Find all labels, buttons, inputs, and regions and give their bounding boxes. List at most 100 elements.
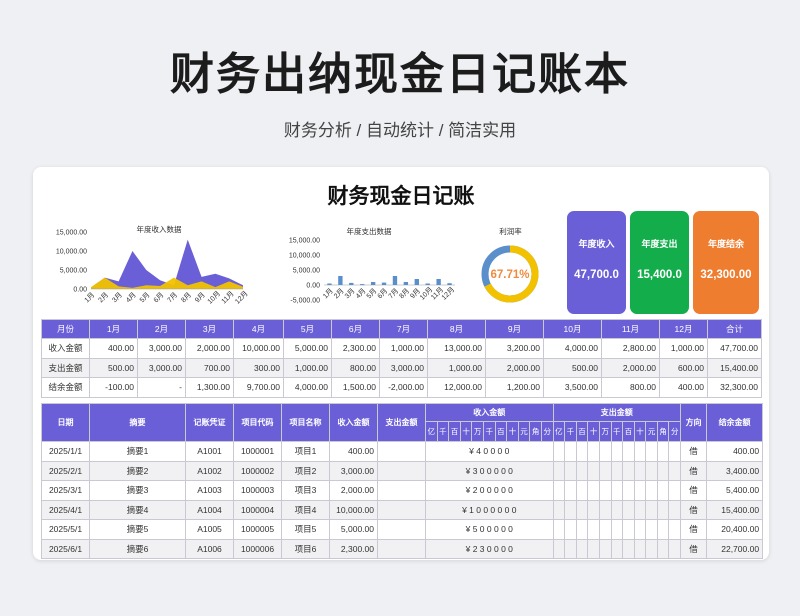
- expense-digit-cell[interactable]: [598, 538, 612, 559]
- name-cell[interactable]: 项目4: [281, 499, 330, 520]
- expense-cell[interactable]: [377, 519, 426, 540]
- expense-digit-cell[interactable]: [598, 460, 612, 481]
- expense-digit-cell[interactable]: [656, 460, 670, 481]
- balance-cell[interactable]: 22,700.00: [706, 538, 764, 559]
- name-cell[interactable]: 项目1: [281, 441, 330, 462]
- expense-digit-cell[interactable]: [575, 460, 589, 481]
- expense-digit-cell[interactable]: [668, 480, 682, 501]
- expense-digit-cell[interactable]: [645, 519, 658, 540]
- expense-digit-cell[interactable]: [598, 499, 612, 520]
- expense-digit-cell[interactable]: [587, 499, 600, 520]
- direction-cell[interactable]: 借: [680, 519, 708, 540]
- voucher-cell[interactable]: A1002: [185, 460, 234, 481]
- expense-digit-cell[interactable]: [575, 519, 589, 540]
- expense-digit-cell[interactable]: [622, 499, 635, 520]
- expense-digit-cell[interactable]: [587, 538, 600, 559]
- date-cell[interactable]: 2025/1/1: [41, 441, 90, 462]
- income-digits-cell[interactable]: ¥ 5 0 0 0 0 0: [425, 519, 554, 540]
- summary-cell[interactable]: 摘要5: [89, 519, 186, 540]
- expense-digit-cell[interactable]: [552, 538, 566, 559]
- expense-digit-cell[interactable]: [645, 538, 658, 559]
- income-digits-cell[interactable]: ¥ 3 0 0 0 0 0: [425, 460, 554, 481]
- expense-digit-cell[interactable]: [587, 519, 600, 540]
- expense-digit-cell[interactable]: [645, 441, 658, 462]
- income-cell[interactable]: 400.00: [329, 441, 378, 462]
- expense-digit-cell[interactable]: [564, 460, 577, 481]
- expense-digit-cell[interactable]: [575, 441, 589, 462]
- expense-digit-cell[interactable]: [610, 460, 624, 481]
- expense-digit-cell[interactable]: [552, 480, 566, 501]
- expense-digit-cell[interactable]: [633, 499, 647, 520]
- expense-digit-cell[interactable]: [668, 460, 682, 481]
- expense-cell[interactable]: [377, 460, 426, 481]
- expense-digit-cell[interactable]: [622, 538, 635, 559]
- expense-digit-cell[interactable]: [633, 460, 647, 481]
- expense-digit-cell[interactable]: [564, 441, 577, 462]
- code-cell[interactable]: 1000002: [233, 460, 282, 481]
- name-cell[interactable]: 项目6: [281, 538, 330, 559]
- summary-cell[interactable]: 摘要6: [89, 538, 186, 559]
- expense-digit-cell[interactable]: [587, 460, 600, 481]
- expense-digit-cell[interactable]: [598, 441, 612, 462]
- date-cell[interactable]: 2025/3/1: [41, 480, 90, 501]
- code-cell[interactable]: 1000005: [233, 519, 282, 540]
- expense-digit-cell[interactable]: [564, 480, 577, 501]
- balance-cell[interactable]: 3,400.00: [706, 460, 764, 481]
- expense-digit-cell[interactable]: [587, 480, 600, 501]
- summary-cell[interactable]: 摘要4: [89, 499, 186, 520]
- expense-digit-cell[interactable]: [633, 441, 647, 462]
- income-digits-cell[interactable]: ¥ 2 0 0 0 0 0: [425, 480, 554, 501]
- date-cell[interactable]: 2025/4/1: [41, 499, 90, 520]
- name-cell[interactable]: 项目5: [281, 519, 330, 540]
- expense-cell[interactable]: [377, 499, 426, 520]
- expense-cell[interactable]: [377, 538, 426, 559]
- code-cell[interactable]: 1000006: [233, 538, 282, 559]
- voucher-cell[interactable]: A1003: [185, 480, 234, 501]
- expense-digit-cell[interactable]: [610, 538, 624, 559]
- expense-cell[interactable]: [377, 480, 426, 501]
- expense-digit-cell[interactable]: [622, 519, 635, 540]
- expense-digit-cell[interactable]: [633, 480, 647, 501]
- code-cell[interactable]: 1000003: [233, 480, 282, 501]
- expense-digit-cell[interactable]: [645, 480, 658, 501]
- income-cell[interactable]: 2,300.00: [329, 538, 378, 559]
- expense-digit-cell[interactable]: [622, 480, 635, 501]
- expense-digit-cell[interactable]: [656, 441, 670, 462]
- direction-cell[interactable]: 借: [680, 480, 708, 501]
- expense-digit-cell[interactable]: [610, 499, 624, 520]
- name-cell[interactable]: 项目2: [281, 460, 330, 481]
- date-cell[interactable]: 2025/5/1: [41, 519, 90, 540]
- expense-digit-cell[interactable]: [668, 538, 682, 559]
- expense-digit-cell[interactable]: [575, 538, 589, 559]
- expense-digit-cell[interactable]: [668, 441, 682, 462]
- voucher-cell[interactable]: A1004: [185, 499, 234, 520]
- expense-digit-cell[interactable]: [645, 499, 658, 520]
- expense-digit-cell[interactable]: [668, 519, 682, 540]
- summary-cell[interactable]: 摘要3: [89, 480, 186, 501]
- voucher-cell[interactable]: A1001: [185, 441, 234, 462]
- code-cell[interactable]: 1000001: [233, 441, 282, 462]
- expense-digit-cell[interactable]: [610, 441, 624, 462]
- income-cell[interactable]: 2,000.00: [329, 480, 378, 501]
- expense-digit-cell[interactable]: [633, 538, 647, 559]
- income-digits-cell[interactable]: ¥ 2 3 0 0 0 0: [425, 538, 554, 559]
- expense-digit-cell[interactable]: [552, 499, 566, 520]
- expense-digit-cell[interactable]: [656, 519, 670, 540]
- expense-digit-cell[interactable]: [575, 499, 589, 520]
- income-cell[interactable]: 10,000.00: [329, 499, 378, 520]
- expense-digit-cell[interactable]: [598, 480, 612, 501]
- balance-cell[interactable]: 5,400.00: [706, 480, 764, 501]
- expense-digit-cell[interactable]: [552, 460, 566, 481]
- direction-cell[interactable]: 借: [680, 499, 708, 520]
- expense-digit-cell[interactable]: [575, 480, 589, 501]
- expense-digit-cell[interactable]: [552, 441, 566, 462]
- date-cell[interactable]: 2025/2/1: [41, 460, 90, 481]
- summary-cell[interactable]: 摘要2: [89, 460, 186, 481]
- expense-digit-cell[interactable]: [564, 499, 577, 520]
- name-cell[interactable]: 项目3: [281, 480, 330, 501]
- direction-cell[interactable]: 借: [680, 538, 708, 559]
- expense-digit-cell[interactable]: [656, 480, 670, 501]
- balance-cell[interactable]: 20,400.00: [706, 519, 764, 540]
- balance-cell[interactable]: 15,400.00: [706, 499, 764, 520]
- expense-cell[interactable]: [377, 441, 426, 462]
